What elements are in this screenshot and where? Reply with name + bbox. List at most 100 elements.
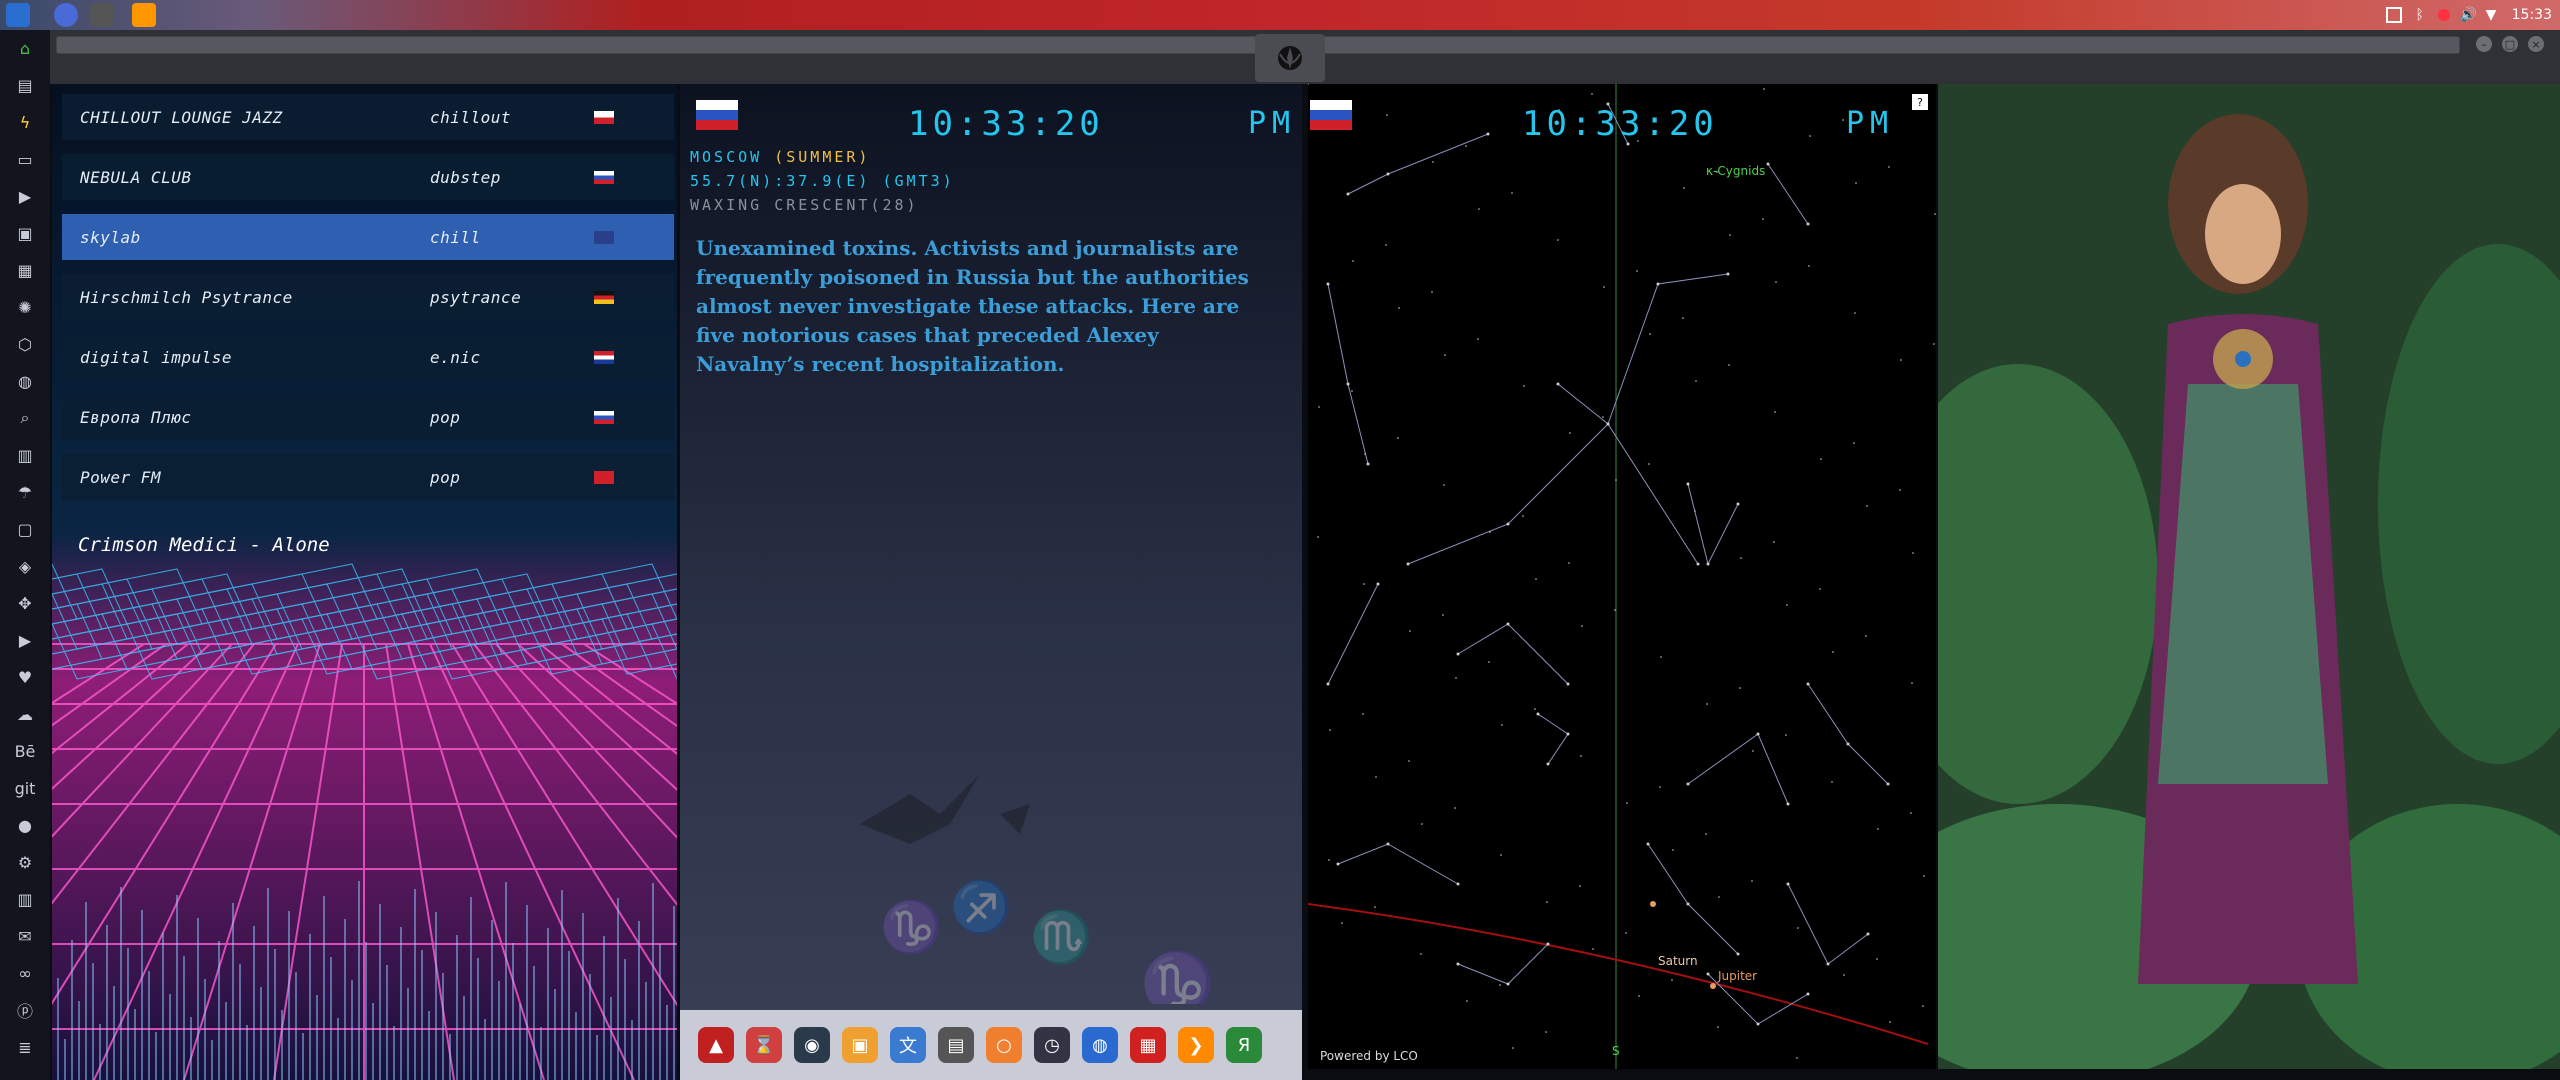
wifi-icon[interactable]: ▼ xyxy=(2486,7,2502,23)
moon-phase: WAXING CRESCENT(28) xyxy=(690,196,919,214)
github-icon[interactable]: ● xyxy=(13,813,37,837)
news-headline[interactable]: Unexamined toxins. Activists and journal… xyxy=(696,234,1256,379)
globe-dark-icon[interactable]: ◉ xyxy=(794,1027,830,1063)
rebel-logo-icon[interactable] xyxy=(1255,34,1325,82)
files-icon[interactable] xyxy=(6,3,30,27)
station-row[interactable]: Hirschmilch Psytrance psytrance xyxy=(62,274,674,320)
heart-icon[interactable]: ♥ xyxy=(13,665,37,689)
map-icon[interactable]: ▥ xyxy=(13,443,37,467)
location-line: MOSCOW (SUMMER) xyxy=(690,148,870,166)
station-row[interactable]: Европа Плюс pop xyxy=(62,394,674,440)
station-genre: psytrance xyxy=(430,287,522,307)
browser-icon[interactable] xyxy=(54,3,78,27)
cloud-icon[interactable]: ☁ xyxy=(13,702,37,726)
translate-icon[interactable]: 文 xyxy=(890,1027,926,1063)
top-panel: ᛒ 🔊 ▼ 15:33 xyxy=(0,0,2560,30)
clock-ampm: PM xyxy=(1846,106,1895,141)
terminal-icon[interactable] xyxy=(90,3,114,27)
radio-panel: CHILLOUT LOUNGE JAZZ chillout NEBULA CLUB d… xyxy=(52,84,677,1080)
clock-time: 10:33:20 xyxy=(908,104,1104,144)
station-genre: e.nic xyxy=(430,347,481,367)
archive-icon[interactable]: ▭ xyxy=(13,147,37,171)
city-name: MOSCOW xyxy=(690,148,775,166)
photos-icon[interactable]: ▣ xyxy=(842,1027,878,1063)
umbrella-icon[interactable]: ☂ xyxy=(13,480,37,504)
station-row[interactable]: Power FM pop xyxy=(62,454,674,500)
clock-text[interactable]: 15:33 xyxy=(2512,7,2552,23)
minimize-button[interactable]: – xyxy=(2476,36,2492,52)
station-genre: chillout xyxy=(430,107,512,127)
adobe-icon[interactable]: ▲ xyxy=(698,1027,734,1063)
map2-icon[interactable]: ▥ xyxy=(13,887,37,911)
station-name: skylab xyxy=(80,227,141,247)
svg-text:♑: ♑ xyxy=(1140,949,1215,1004)
station-name: digital impulse xyxy=(80,347,232,367)
yandex-icon[interactable]: Я xyxy=(1226,1027,1262,1063)
notes-icon[interactable]: ▤ xyxy=(938,1027,974,1063)
mail-icon[interactable]: ✉ xyxy=(13,924,37,948)
help-button[interactable]: ? xyxy=(1912,94,1928,110)
star-chart[interactable] xyxy=(1308,84,1936,1069)
play-icon[interactable]: ▶ xyxy=(13,184,37,208)
station-name: Power FM xyxy=(80,467,162,487)
season: (SUMMER) xyxy=(774,148,871,166)
russia-flag-icon xyxy=(1310,100,1352,130)
bluetooth-icon[interactable]: ᛒ xyxy=(2412,7,2428,23)
web-icon[interactable]: ◍ xyxy=(1082,1027,1118,1063)
sublime-icon[interactable] xyxy=(132,3,156,27)
grid-icon[interactable]: ▦ xyxy=(13,258,37,282)
south-label: S xyxy=(1612,1044,1620,1058)
station-name: NEBULA CLUB xyxy=(80,167,192,187)
globe-icon[interactable]: ◍ xyxy=(13,369,37,393)
flash-icon[interactable]: ϟ xyxy=(13,110,37,134)
list-icon[interactable]: ≣ xyxy=(13,1035,37,1059)
git-icon[interactable]: git xyxy=(13,776,37,800)
station-row[interactable]: NEBULA CLUB dubstep xyxy=(62,154,674,200)
powered-by[interactable]: Powered by LCO xyxy=(1320,1049,1418,1063)
hexagon-icon[interactable]: ⬡ xyxy=(13,332,37,356)
window-titlebar: – □ × xyxy=(50,30,2560,84)
maximize-button[interactable]: □ xyxy=(2502,36,2518,52)
document-icon[interactable]: ▤ xyxy=(13,73,37,97)
country-flag-icon xyxy=(594,470,614,484)
record-icon[interactable] xyxy=(2437,9,2450,21)
jupiter-label: Jupiter xyxy=(1718,969,1758,983)
settings-icon[interactable]: ✺ xyxy=(13,295,37,319)
close-button[interactable]: × xyxy=(2528,36,2544,52)
station-row[interactable]: CHILLOUT LOUNGE JAZZ chillout xyxy=(62,94,674,140)
search-icon[interactable]: ⌕ xyxy=(13,406,37,430)
home-icon[interactable]: ⌂ xyxy=(13,36,37,60)
search-app-icon[interactable]: ○ xyxy=(986,1027,1022,1063)
svg-text:♏: ♏ xyxy=(1030,908,1092,966)
now-playing: Crimson Medici - Alone xyxy=(78,534,330,556)
calendar-icon[interactable]: ▦ xyxy=(1130,1027,1166,1063)
tag-icon[interactable]: ◈ xyxy=(13,554,37,578)
behance-icon[interactable]: Bē xyxy=(13,739,37,763)
app-dock: ▲ ⌛ ◉ ▣ 文 ▤ ○ ◷ ◍ ▦ ❯ Я xyxy=(680,1010,1302,1080)
link-icon[interactable]: ∞ xyxy=(13,961,37,985)
station-row[interactable]: skylab chill xyxy=(62,214,674,260)
pinterest-icon[interactable]: ⓟ xyxy=(13,998,37,1022)
contact-icon[interactable]: ▢ xyxy=(13,517,37,541)
station-genre: dubstep xyxy=(430,167,501,187)
country-flag-icon xyxy=(594,290,614,304)
country-flag-icon xyxy=(594,350,614,364)
system-tray: ᛒ 🔊 ▼ 15:33 xyxy=(2385,0,2552,30)
sublime-icon[interactable]: ❯ xyxy=(1178,1027,1214,1063)
wallpaper-photo xyxy=(1938,84,2560,1069)
svg-text:♑: ♑ xyxy=(880,898,942,956)
youtube-icon[interactable]: ▶ xyxy=(13,628,37,652)
clock-icon[interactable]: ◷ xyxy=(1034,1027,1070,1063)
hourglass-icon[interactable]: ⌛ xyxy=(746,1027,782,1063)
volume-icon[interactable]: 🔊 xyxy=(2460,7,2477,23)
sky-map-panel: 10:33:20 PM ? κ-Cygnids Saturn Jupiter S… xyxy=(1308,84,1936,1069)
station-name: Европа Плюс xyxy=(80,407,192,427)
station-row[interactable]: digital impulse e.nic xyxy=(62,334,674,380)
image-icon[interactable]: ▣ xyxy=(13,221,37,245)
screenshot-icon[interactable] xyxy=(2385,7,2402,23)
clock-ampm: PM xyxy=(1248,106,1297,141)
country-flag-icon xyxy=(594,410,614,424)
bike-icon[interactable]: ⚙ xyxy=(13,850,37,874)
expand-icon[interactable]: ✥ xyxy=(13,591,37,615)
country-flag-icon xyxy=(594,170,614,184)
